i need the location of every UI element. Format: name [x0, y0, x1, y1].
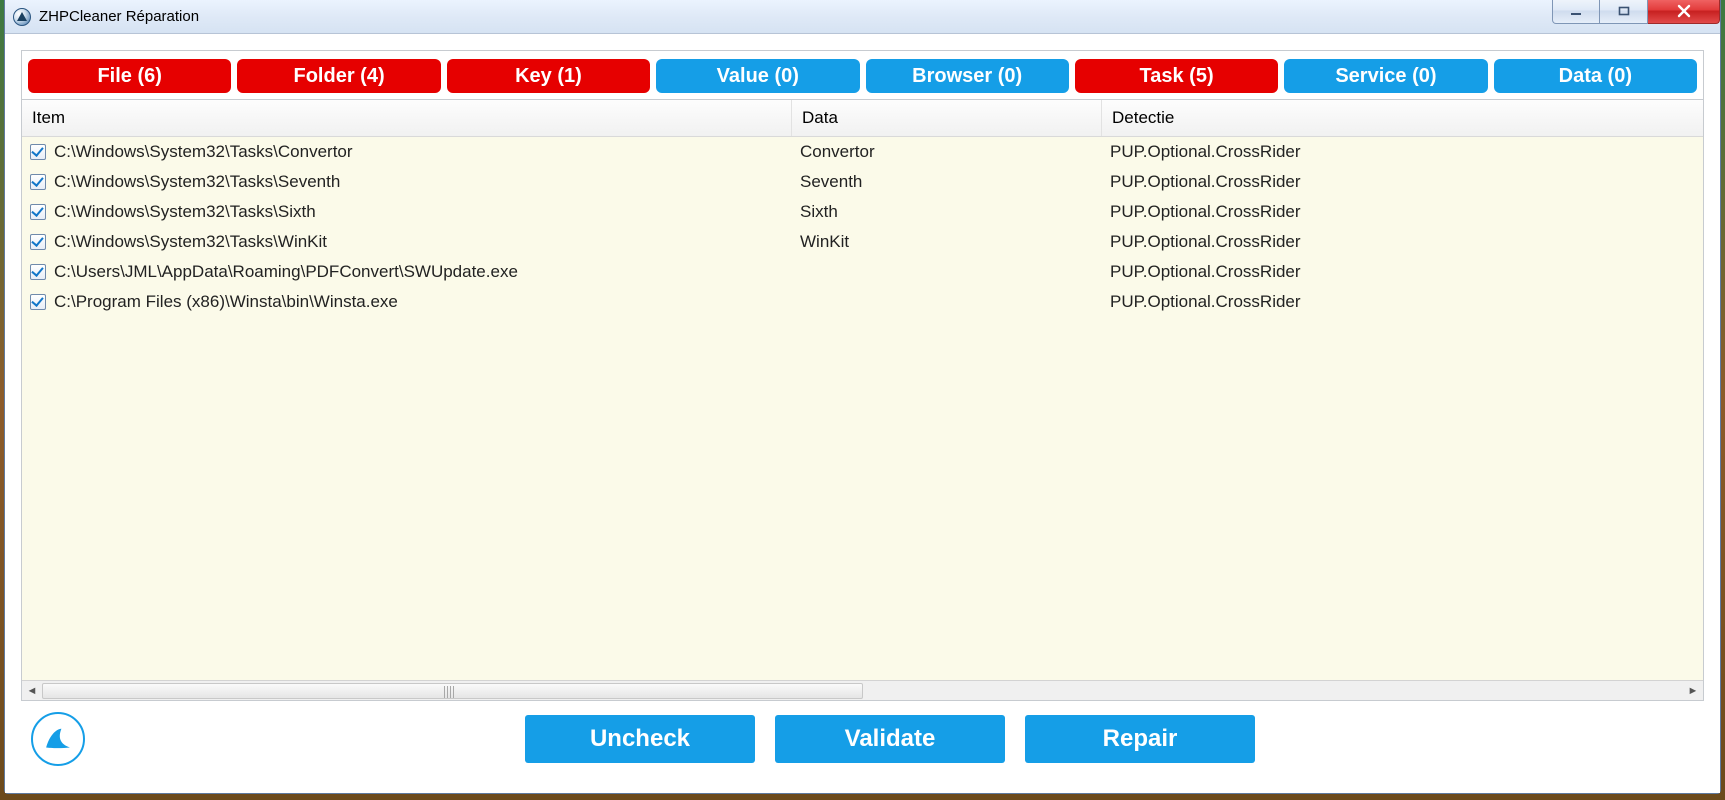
table-row[interactable]: C:\Windows\System32\Tasks\Convertor Conve… [22, 137, 1703, 167]
horizontal-scrollbar[interactable]: ◄ ► [22, 680, 1703, 700]
cell-data [792, 299, 1102, 305]
tab-label: Browser (0) [912, 65, 1022, 88]
row-checkbox[interactable] [30, 234, 46, 250]
col-detectie[interactable]: Detectie [1102, 100, 1703, 136]
results-list: C:\Windows\System32\Tasks\Convertor Conve… [22, 137, 1703, 680]
cell-item-text: C:\Windows\System32\Tasks\Convertor [54, 142, 353, 162]
tab-label: Folder (4) [294, 65, 385, 88]
list-header: Item Data Detectie [22, 100, 1703, 137]
footer: Uncheck Validate Repair [21, 701, 1704, 777]
cell-data: Sixth [792, 199, 1102, 225]
action-buttons: Uncheck Validate Repair [525, 715, 1255, 763]
tab-6[interactable]: Service (0) [1284, 59, 1487, 93]
cell-detectie: PUP.Optional.CrossRider [1102, 259, 1703, 285]
col-item[interactable]: Item [22, 100, 792, 136]
app-logo[interactable] [31, 712, 85, 766]
cell-item: C:\Windows\System32\Tasks\Convertor [22, 139, 792, 165]
repair-button[interactable]: Repair [1025, 715, 1255, 763]
scroll-right-arrow-icon[interactable]: ► [1683, 682, 1703, 700]
table-row[interactable]: C:\Users\JML\AppData\Roaming\PDFConvert\… [22, 257, 1703, 287]
cell-data: Convertor [792, 139, 1102, 165]
scroll-track[interactable] [42, 683, 1683, 699]
cell-item-text: C:\Program Files (x86)\Winsta\bin\Winsta… [54, 292, 398, 312]
cell-item: C:\Windows\System32\Tasks\WinKit [22, 229, 792, 255]
row-checkbox[interactable] [30, 264, 46, 280]
app-icon [13, 8, 31, 26]
cell-item-text: C:\Windows\System32\Tasks\Sixth [54, 202, 316, 222]
tab-label: Service (0) [1335, 65, 1436, 88]
minimize-icon [1569, 4, 1583, 18]
titlebar[interactable]: ZHPCleaner Réparation [5, 0, 1720, 34]
uncheck-button[interactable]: Uncheck [525, 715, 755, 763]
client-area: File (6) Folder (4) Key (1) Value (0) Browse… [5, 34, 1720, 793]
window-controls [1552, 0, 1720, 24]
cell-item-text: C:\Windows\System32\Tasks\Seventh [54, 172, 340, 192]
app-window: ZHPCleaner Réparation File (6) Folder (4)… [4, 0, 1721, 794]
cell-item: C:\Program Files (x86)\Winsta\bin\Winsta… [22, 289, 792, 315]
row-checkbox[interactable] [30, 144, 46, 160]
table-row[interactable]: C:\Windows\System32\Tasks\WinKit WinKitPU… [22, 227, 1703, 257]
row-checkbox[interactable] [30, 174, 46, 190]
tab-2[interactable]: Key (1) [447, 59, 650, 93]
cell-detectie: PUP.Optional.CrossRider [1102, 169, 1703, 195]
cell-item: C:\Users\JML\AppData\Roaming\PDFConvert\… [22, 259, 792, 285]
cell-item: C:\Windows\System32\Tasks\Seventh [22, 169, 792, 195]
validate-button[interactable]: Validate [775, 715, 1005, 763]
tab-7[interactable]: Data (0) [1494, 59, 1697, 93]
cell-detectie: PUP.Optional.CrossRider [1102, 199, 1703, 225]
close-button[interactable] [1648, 0, 1720, 24]
tab-5[interactable]: Task (5) [1075, 59, 1278, 93]
tab-3[interactable]: Value (0) [656, 59, 859, 93]
tab-4[interactable]: Browser (0) [866, 59, 1069, 93]
cell-detectie: PUP.Optional.CrossRider [1102, 229, 1703, 255]
cell-data: WinKit [792, 229, 1102, 255]
tab-label: Key (1) [515, 65, 582, 88]
tab-label: Task (5) [1140, 65, 1214, 88]
tab-1[interactable]: Folder (4) [237, 59, 440, 93]
table-row[interactable]: C:\Windows\System32\Tasks\Seventh Seventh… [22, 167, 1703, 197]
table-row[interactable]: C:\Windows\System32\Tasks\Sixth SixthPUP.… [22, 197, 1703, 227]
row-checkbox[interactable] [30, 294, 46, 310]
cell-item-text: C:\Windows\System32\Tasks\WinKit [54, 232, 327, 252]
table-row[interactable]: C:\Program Files (x86)\Winsta\bin\Winsta… [22, 287, 1703, 317]
row-checkbox[interactable] [30, 204, 46, 220]
cell-detectie: PUP.Optional.CrossRider [1102, 139, 1703, 165]
tab-0[interactable]: File (6) [28, 59, 231, 93]
close-icon [1676, 3, 1692, 19]
maximize-button[interactable] [1600, 0, 1648, 24]
tab-label: File (6) [97, 65, 161, 88]
cell-data [792, 269, 1102, 275]
scroll-left-arrow-icon[interactable]: ◄ [22, 682, 42, 700]
tab-label: Data (0) [1559, 65, 1632, 88]
cell-detectie: PUP.Optional.CrossRider [1102, 289, 1703, 315]
maximize-icon [1617, 4, 1631, 18]
window-title: ZHPCleaner Réparation [39, 8, 199, 25]
cell-data: Seventh [792, 169, 1102, 195]
scroll-thumb[interactable] [42, 683, 863, 699]
tab-label: Value (0) [717, 65, 799, 88]
category-tabs: File (6) Folder (4) Key (1) Value (0) Browse… [22, 51, 1703, 100]
col-data[interactable]: Data [792, 100, 1102, 136]
shark-fin-icon [41, 722, 75, 756]
minimize-button[interactable] [1552, 0, 1600, 24]
cell-item: C:\Windows\System32\Tasks\Sixth [22, 199, 792, 225]
content-frame: File (6) Folder (4) Key (1) Value (0) Browse… [21, 50, 1704, 701]
cell-item-text: C:\Users\JML\AppData\Roaming\PDFConvert\… [54, 262, 518, 282]
